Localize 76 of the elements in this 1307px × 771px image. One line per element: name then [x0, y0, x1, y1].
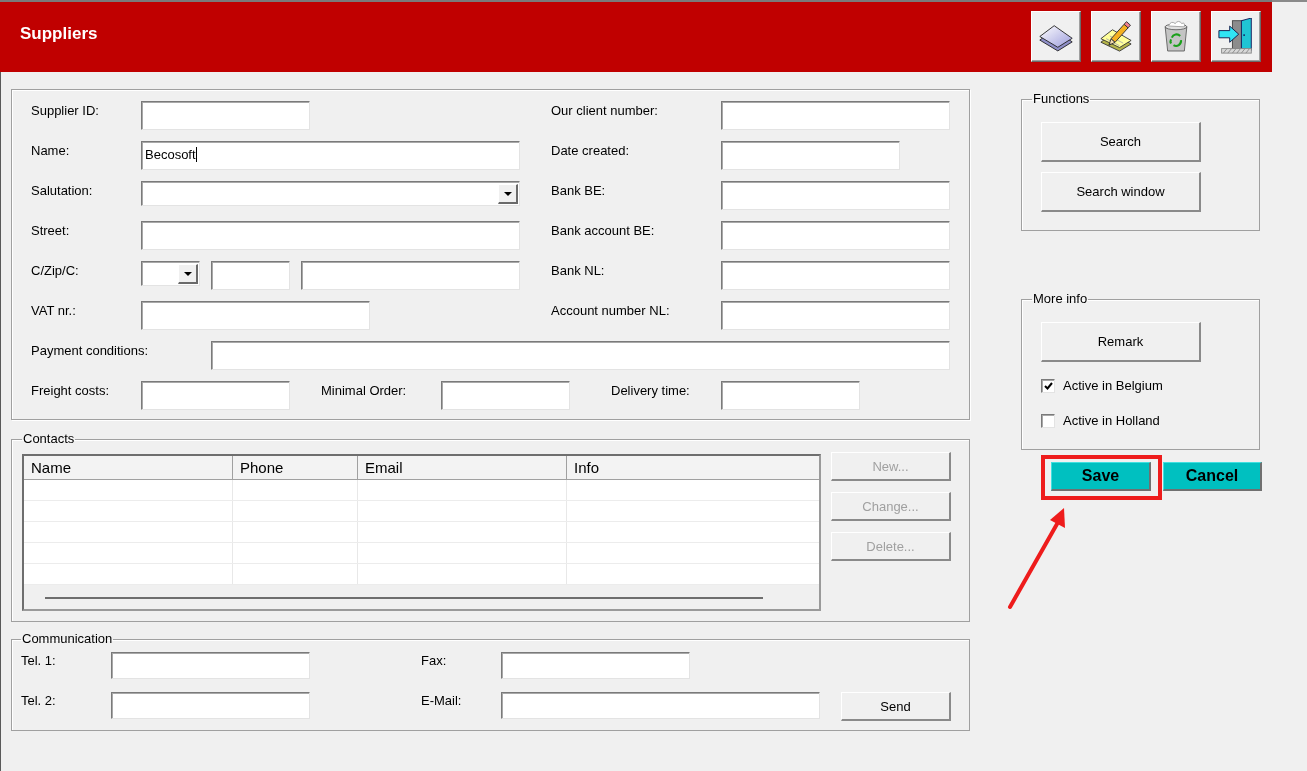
search-button[interactable]: Search: [1041, 122, 1201, 162]
input-field[interactable]: [721, 181, 950, 210]
field-label: Tel. 1:: [21, 652, 57, 668]
input-field[interactable]: [141, 301, 370, 330]
dropdown-button[interactable]: [178, 264, 198, 284]
input-field[interactable]: [501, 692, 820, 719]
group-title: Functions: [1032, 91, 1091, 107]
checkmark-icon: [1043, 382, 1053, 390]
field-label: Delivery time:: [611, 382, 691, 398]
field-label: Account number NL:: [551, 302, 671, 318]
dropdown-field[interactable]: [141, 261, 200, 286]
toolbar-button[interactable]: [1151, 10, 1201, 62]
recycle-bin-icon: [1161, 19, 1191, 53]
checkbox[interactable]: [1041, 414, 1055, 428]
input-field[interactable]: [721, 301, 950, 330]
checkbox[interactable]: [1041, 379, 1055, 393]
column-header[interactable]: Phone: [233, 456, 358, 479]
checkbox-label: Active in Holland: [1063, 413, 1160, 429]
field-label: Salutation:: [31, 182, 94, 198]
scrollbar-thumb[interactable]: [45, 596, 763, 599]
field-label: Bank BE:: [551, 182, 607, 198]
input-field[interactable]: [721, 141, 900, 170]
dropdown-field[interactable]: [141, 181, 520, 206]
caret-icon: [503, 191, 512, 196]
column-header[interactable]: Info: [567, 456, 819, 479]
group-title: Communication: [21, 631, 114, 647]
column-header[interactable]: Name: [24, 456, 233, 479]
save-button[interactable]: Save: [1051, 462, 1151, 491]
field-label: Name:: [31, 142, 71, 158]
field-label: Fax:: [421, 652, 448, 668]
input-field[interactable]: [211, 261, 290, 290]
field-label: E-Mail:: [421, 692, 463, 708]
field-label: Minimal Order:: [321, 382, 408, 398]
window-title: Suppliers: [20, 24, 98, 44]
search-window-button[interactable]: Search window: [1041, 172, 1201, 212]
group-title: Contacts: [22, 431, 76, 447]
input-field[interactable]: [301, 261, 520, 290]
toolbar-button[interactable]: [1091, 10, 1141, 62]
input-field[interactable]: [141, 101, 310, 130]
field-label: Freight costs:: [31, 382, 111, 398]
input-field[interactable]: [721, 101, 950, 130]
field-label: Payment conditions:: [31, 342, 150, 358]
field-label: Our client number:: [551, 102, 659, 118]
toolbar-button[interactable]: [1211, 10, 1261, 62]
input-field[interactable]: [111, 692, 310, 719]
field-label: Bank NL:: [551, 262, 606, 278]
input-field[interactable]: [141, 381, 290, 410]
field-label: VAT nr.:: [31, 302, 77, 318]
input-field[interactable]: [721, 221, 950, 250]
remark-button[interactable]: Remark: [1041, 322, 1201, 362]
input-field[interactable]: [141, 221, 520, 250]
field-label: Supplier ID:: [31, 102, 100, 118]
cancel-button[interactable]: Cancel: [1163, 462, 1262, 491]
input-field[interactable]: [441, 381, 570, 410]
input-field[interactable]: [211, 341, 950, 370]
input-field[interactable]: [721, 381, 860, 410]
column-header[interactable]: Email: [358, 456, 567, 479]
field-label: Tel. 2:: [21, 692, 57, 708]
text-cursor-icon: [195, 147, 197, 162]
field-label: Date created:: [551, 142, 631, 158]
input-field[interactable]: [501, 652, 690, 679]
exit-door-icon: [1218, 18, 1254, 54]
group-title: More info: [1032, 291, 1089, 307]
pencil-paper-icon: [1098, 20, 1134, 52]
checkbox-label: Active in Belgium: [1063, 378, 1163, 394]
field-label: Street:: [31, 222, 71, 238]
input-field[interactable]: [721, 261, 950, 290]
field-label: C/Zip/C:: [31, 262, 80, 278]
horizontal-scrollbar[interactable]: [24, 585, 819, 609]
dropdown-button[interactable]: [498, 184, 518, 204]
field-label: Bank account BE:: [551, 222, 656, 238]
send-button[interactable]: Send: [841, 692, 951, 721]
input-field[interactable]: [111, 652, 310, 679]
toolbar-button[interactable]: [1031, 10, 1081, 62]
input-field[interactable]: Becosoft: [141, 141, 520, 170]
caret-icon: [183, 271, 192, 276]
